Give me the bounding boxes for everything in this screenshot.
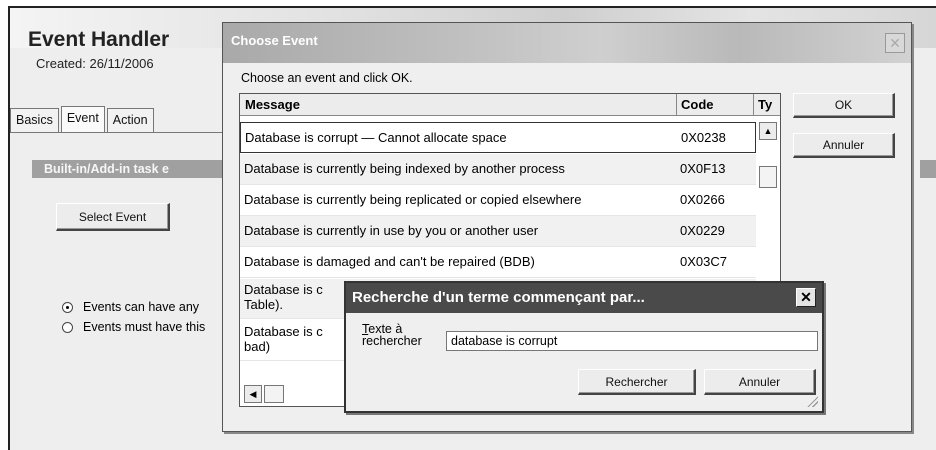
ok-button[interactable]: OK — [793, 93, 895, 118]
table-row[interactable]: Database is currently in use by you or a… — [240, 216, 756, 247]
find-dialog: Recherche d'un terme commençant par... ✕… — [344, 281, 824, 413]
tab-action[interactable]: Action — [106, 108, 154, 132]
dialog-instruction: Choose an event and click OK. — [241, 71, 413, 85]
section-header: Built-in/Add-in task e — [32, 160, 242, 178]
find-close-icon[interactable]: ✕ — [796, 288, 816, 307]
label-text-line2: rechercher — [362, 334, 422, 348]
row-message: Database is currently being replicated o… — [244, 192, 582, 207]
row-message: Database is damaged and can't be repaire… — [244, 254, 535, 269]
select-event-button[interactable]: Select Event — [56, 203, 170, 231]
search-input[interactable] — [446, 331, 818, 351]
grid-header: Message Code Ty — [240, 94, 780, 116]
tab-event[interactable]: Event — [60, 106, 105, 132]
radio-any-option[interactable]: Events can have any — [62, 300, 199, 314]
table-row[interactable]: Database is damaged and can't be repaire… — [240, 247, 756, 278]
radio-any-label: Events can have any — [83, 300, 200, 314]
scroll-thumb[interactable] — [759, 166, 777, 188]
cancel-button[interactable]: Annuler — [793, 133, 895, 158]
row-message: Database is currently in use by you or a… — [244, 223, 539, 238]
column-divider — [676, 94, 677, 116]
table-row[interactable]: Database is currently being replicated o… — [240, 185, 756, 216]
radio-unselected-icon[interactable] — [62, 321, 73, 333]
section-header-edge — [920, 160, 936, 178]
scroll-left-icon[interactable]: ◀ — [244, 385, 262, 403]
created-date: Created: 26/11/2006 — [36, 56, 154, 71]
row-code: 0X0F13 — [680, 161, 726, 176]
radio-this-label: Events must have this — [83, 320, 206, 334]
row-code: 0X03C7 — [680, 254, 727, 269]
resize-grip-icon[interactable] — [806, 395, 818, 407]
search-button[interactable]: Rechercher — [578, 369, 696, 395]
search-field-label: Texte à rechercher — [362, 323, 422, 348]
column-header-type[interactable]: Ty — [758, 97, 772, 112]
table-row[interactable]: Database is currently being indexed by a… — [240, 154, 756, 185]
scroll-thumb-horizontal[interactable] — [264, 385, 284, 403]
column-header-code[interactable]: Code — [681, 97, 714, 112]
row-code: 0X0266 — [680, 192, 725, 207]
row-code: 0X0238 — [681, 130, 726, 145]
radio-selected-icon[interactable] — [62, 301, 73, 313]
scroll-up-icon[interactable]: ▲ — [759, 122, 777, 140]
tab-divider — [10, 132, 225, 133]
radio-this-option[interactable]: Events must have this — [62, 320, 205, 334]
dialog-titlebar — [223, 23, 911, 63]
column-divider — [753, 94, 754, 116]
dialog-title: Choose Event — [231, 33, 318, 48]
row-code: 0X0229 — [680, 223, 725, 238]
tab-basics[interactable]: Basics — [10, 108, 59, 132]
dialog-close-icon[interactable]: ✕ — [885, 33, 905, 53]
find-cancel-button[interactable]: Annuler — [704, 369, 816, 395]
page-title: Event Handler — [28, 28, 170, 51]
table-row[interactable]: Database is corrupt — Cannot allocate sp… — [240, 122, 756, 153]
tab-bar: Basics Event Action — [10, 106, 156, 132]
column-header-message[interactable]: Message — [245, 97, 300, 112]
find-dialog-title: Recherche d'un terme commençant par... — [352, 289, 645, 306]
row-message: Database is currently being indexed by a… — [244, 161, 565, 176]
row-message: Database is corrupt — Cannot allocate sp… — [245, 130, 507, 145]
